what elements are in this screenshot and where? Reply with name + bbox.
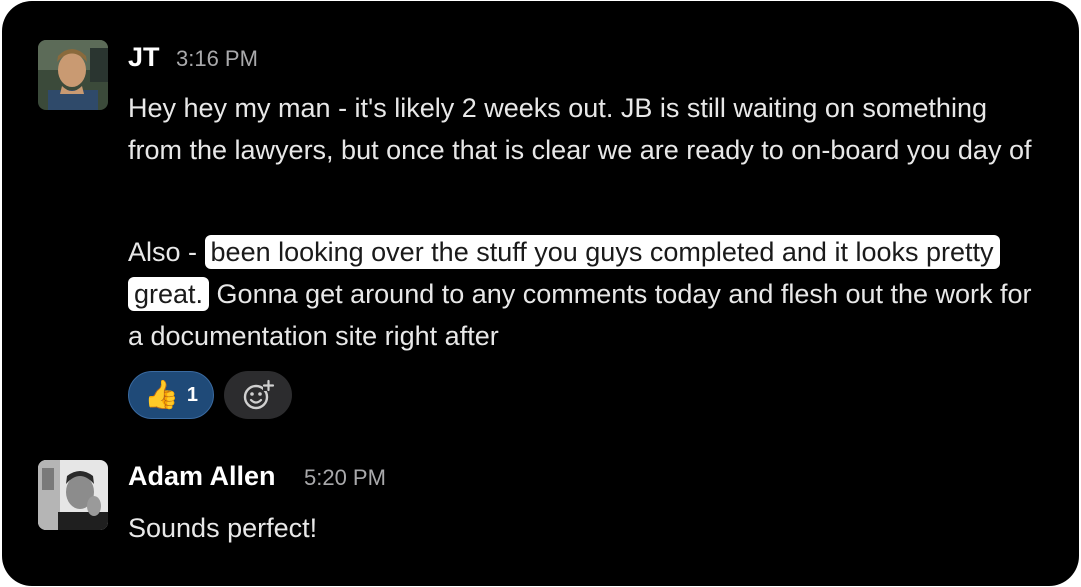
- add-reaction-icon: [243, 379, 275, 410]
- reaction-count: 1: [186, 383, 198, 406]
- message-paragraph-2: Also - been looking over the stuff you g…: [128, 231, 1038, 357]
- avatar-adam-image: [38, 460, 108, 530]
- message-paragraph-1: Hey hey my man - it's likely 2 weeks out…: [128, 93, 1032, 165]
- author-name[interactable]: Adam Allen: [128, 460, 276, 492]
- message-thread: JT 3:16 PM Hey hey my man - it's likely …: [2, 1, 1079, 586]
- avatar-jt-image: [38, 40, 108, 110]
- message-text: Sounds perfect!: [128, 513, 318, 543]
- paragraph-text: Gonna get around to any comments today a…: [128, 279, 1032, 351]
- avatar[interactable]: [38, 40, 108, 110]
- reaction-thumbs-up[interactable]: 👍 1: [128, 371, 214, 419]
- avatar[interactable]: [38, 460, 108, 530]
- author-name[interactable]: JT: [128, 41, 160, 73]
- paragraph-text: Also -: [128, 237, 205, 267]
- timestamp[interactable]: 3:16 PM: [176, 43, 258, 75]
- thumbs-up-icon: 👍: [144, 379, 179, 410]
- add-reaction-button[interactable]: [224, 371, 292, 419]
- timestamp[interactable]: 5:20 PM: [304, 462, 386, 494]
